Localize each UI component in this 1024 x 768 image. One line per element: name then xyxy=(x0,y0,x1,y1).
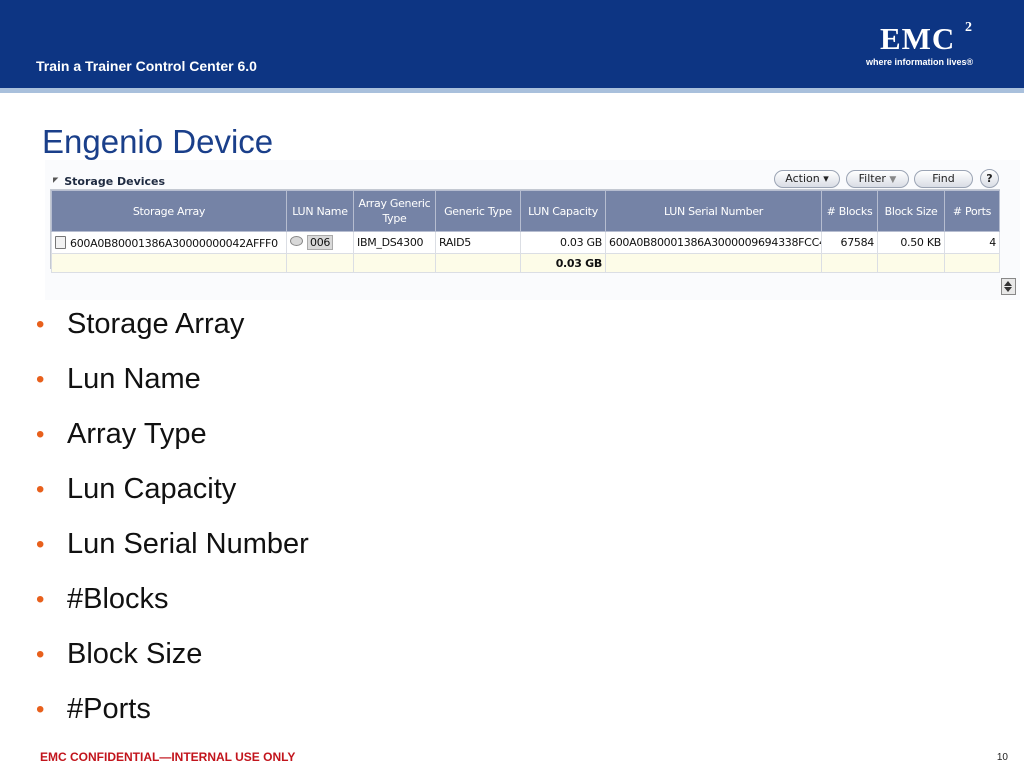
list-item: • Block Size xyxy=(36,630,309,685)
total-empty xyxy=(821,253,878,273)
logo-text: EMC xyxy=(880,21,956,56)
collapse-triangle-icon[interactable]: ◤ xyxy=(53,176,58,184)
emc-logo: EMC 2 where information lives® xyxy=(864,20,994,72)
scroll-down-icon[interactable] xyxy=(1004,287,1012,292)
bullet-dot-icon: • xyxy=(36,531,45,558)
list-item: • #Ports xyxy=(36,685,309,740)
column-header-lun-name[interactable]: LUN Name xyxy=(286,190,354,232)
column-header-array-generic-type[interactable]: Array Generic Type xyxy=(353,190,436,232)
action-button[interactable]: Action ▾ xyxy=(774,170,840,188)
column-header-lun-serial-number[interactable]: LUN Serial Number xyxy=(605,190,822,232)
bullet-dot-icon: • xyxy=(36,311,45,338)
scroll-up-icon[interactable] xyxy=(1004,281,1012,286)
header-title: Train a Trainer Control Center 6.0 xyxy=(36,58,257,74)
storage-array-icon xyxy=(55,235,66,249)
logo-tagline: where information lives® xyxy=(866,57,974,67)
storage-devices-panel: ◤ Storage Devices Action ▾ Filter ▼ Find… xyxy=(45,160,1020,300)
total-empty xyxy=(286,253,354,273)
cell-storage-array[interactable]: 600A0B80001386A30000000042AFFF0 xyxy=(51,231,287,254)
panel-title[interactable]: ◤ Storage Devices xyxy=(53,175,165,188)
filter-button[interactable]: Filter ▼ xyxy=(846,170,909,188)
confidential-footer: EMC CONFIDENTIAL—INTERNAL USE ONLY xyxy=(40,750,296,764)
table-total-row: 0.03 GB xyxy=(51,253,1000,273)
column-header-ports[interactable]: # Ports xyxy=(944,190,1000,232)
lun-disk-icon xyxy=(290,236,303,246)
funnel-icon: ▼ xyxy=(889,175,897,185)
slide-title: Engenio Device xyxy=(42,123,274,160)
cell-lun-name[interactable]: 006 xyxy=(286,231,354,254)
bullet-dot-icon: • xyxy=(36,421,45,448)
list-item: • Lun Capacity xyxy=(36,465,309,520)
bullet-list: • Storage Array • Lun Name • Array Type • Lu… xyxy=(36,300,309,740)
bullet-dot-icon: • xyxy=(36,366,45,393)
total-empty xyxy=(51,253,287,273)
slide-header: Train a Trainer Control Center 6.0 EMC 2… xyxy=(0,0,1024,88)
total-empty xyxy=(877,253,945,273)
column-header-blocks[interactable]: # Blocks xyxy=(821,190,878,232)
list-item: • Storage Array xyxy=(36,300,309,355)
list-item: • #Blocks xyxy=(36,575,309,630)
total-empty xyxy=(435,253,521,273)
column-header-lun-capacity[interactable]: LUN Capacity xyxy=(520,190,606,232)
column-header-block-size[interactable]: Block Size xyxy=(877,190,945,232)
total-empty xyxy=(353,253,436,273)
column-header-storage-array[interactable]: Storage Array xyxy=(51,190,287,232)
column-header-generic-type[interactable]: Generic Type xyxy=(435,190,521,232)
filter-button-label: Filter xyxy=(858,172,886,185)
table-header-row: Storage Array LUN Name Array Generic Typ… xyxy=(51,190,1000,232)
list-item: • Lun Serial Number xyxy=(36,520,309,575)
cell-generic-type: RAID5 xyxy=(435,231,521,254)
total-empty xyxy=(944,253,1000,273)
header-divider xyxy=(0,88,1024,93)
find-button[interactable]: Find xyxy=(914,170,973,188)
cell-ports: 4 xyxy=(944,231,1000,254)
cell-blocks: 67584 xyxy=(821,231,878,254)
logo-superscript: 2 xyxy=(965,20,972,35)
cell-array-generic-type: IBM_DS4300 xyxy=(353,231,436,254)
cell-lun-capacity: 0.03 GB xyxy=(520,231,606,254)
bullet-dot-icon: • xyxy=(36,641,45,668)
total-lun-capacity: 0.03 GB xyxy=(520,253,606,273)
table-row[interactable]: 600A0B80001386A30000000042AFFF0 006 IBM_… xyxy=(51,231,1000,254)
list-item: • Array Type xyxy=(36,410,309,465)
cell-lun-serial-number: 600A0B80001386A3000009694338FCC4 xyxy=(605,231,822,254)
cell-block-size: 0.50 KB xyxy=(877,231,945,254)
bullet-dot-icon: • xyxy=(36,476,45,503)
help-button[interactable]: ? xyxy=(980,169,999,188)
total-empty xyxy=(605,253,822,273)
list-item: • Lun Name xyxy=(36,355,309,410)
bullet-dot-icon: • xyxy=(36,696,45,723)
bullet-dot-icon: • xyxy=(36,586,45,613)
storage-devices-table: Storage Array LUN Name Array Generic Typ… xyxy=(50,189,1000,273)
panel-title-text: Storage Devices xyxy=(64,175,166,188)
page-number: 10 xyxy=(996,752,1008,763)
scroll-spinner-icon[interactable] xyxy=(1001,278,1016,295)
